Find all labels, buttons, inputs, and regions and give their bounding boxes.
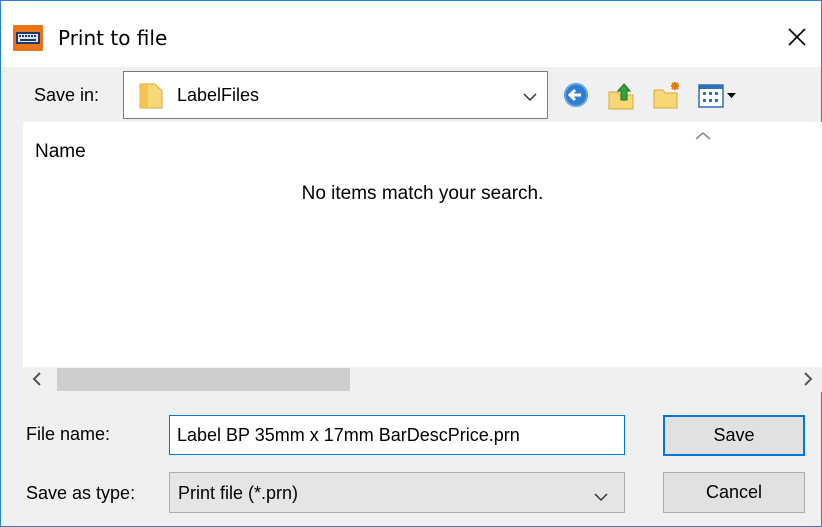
up-folder-icon — [608, 83, 634, 110]
printer-icon — [12, 23, 44, 53]
file-list-view[interactable]: Name No items match your search. — [23, 122, 822, 367]
column-header-name[interactable]: Name — [35, 139, 86, 165]
new-folder-icon — [653, 82, 679, 109]
save-in-label: Save in: — [34, 85, 100, 105]
scrollbar-thumb[interactable] — [57, 368, 350, 391]
location-toolbar: Save in: LabelFiles — [1, 67, 821, 122]
save-as-type-label: Save as type: — [26, 483, 136, 503]
horizontal-scrollbar[interactable] — [23, 367, 822, 392]
save-as-type-value: Print file (*.prn) — [178, 483, 299, 503]
chevron-down-icon — [594, 489, 608, 502]
sort-ascending-icon — [695, 128, 711, 140]
back-button[interactable] — [561, 80, 593, 112]
file-name-label: File name: — [26, 424, 111, 444]
save-as-type-dropdown[interactable]: Print file (*.prn) — [169, 472, 625, 513]
back-arrow-icon — [564, 83, 588, 107]
print-to-file-dialog: Print to file Save in: LabelFiles Name N… — [0, 0, 822, 527]
file-name-input[interactable] — [169, 415, 625, 455]
create-new-folder-button[interactable] — [651, 80, 683, 112]
save-in-dropdown[interactable]: LabelFiles — [123, 71, 548, 119]
title-bar: Print to file — [1, 1, 821, 67]
cancel-button[interactable]: Cancel — [663, 472, 805, 513]
dialog-title: Print to file — [58, 26, 168, 50]
folder-icon — [136, 81, 166, 111]
up-one-level-button[interactable] — [606, 80, 638, 112]
empty-list-message: No items match your search. — [301, 183, 544, 204]
scroll-left-icon[interactable] — [31, 372, 43, 386]
save-button[interactable]: Save — [663, 415, 805, 456]
scroll-right-icon[interactable] — [802, 372, 814, 386]
view-menu-icon — [698, 84, 736, 108]
chevron-down-icon — [523, 89, 537, 102]
close-button[interactable] — [773, 15, 821, 59]
current-folder-name: LabelFiles — [177, 85, 260, 105]
close-icon — [788, 28, 806, 46]
view-menu-button[interactable] — [697, 80, 739, 112]
